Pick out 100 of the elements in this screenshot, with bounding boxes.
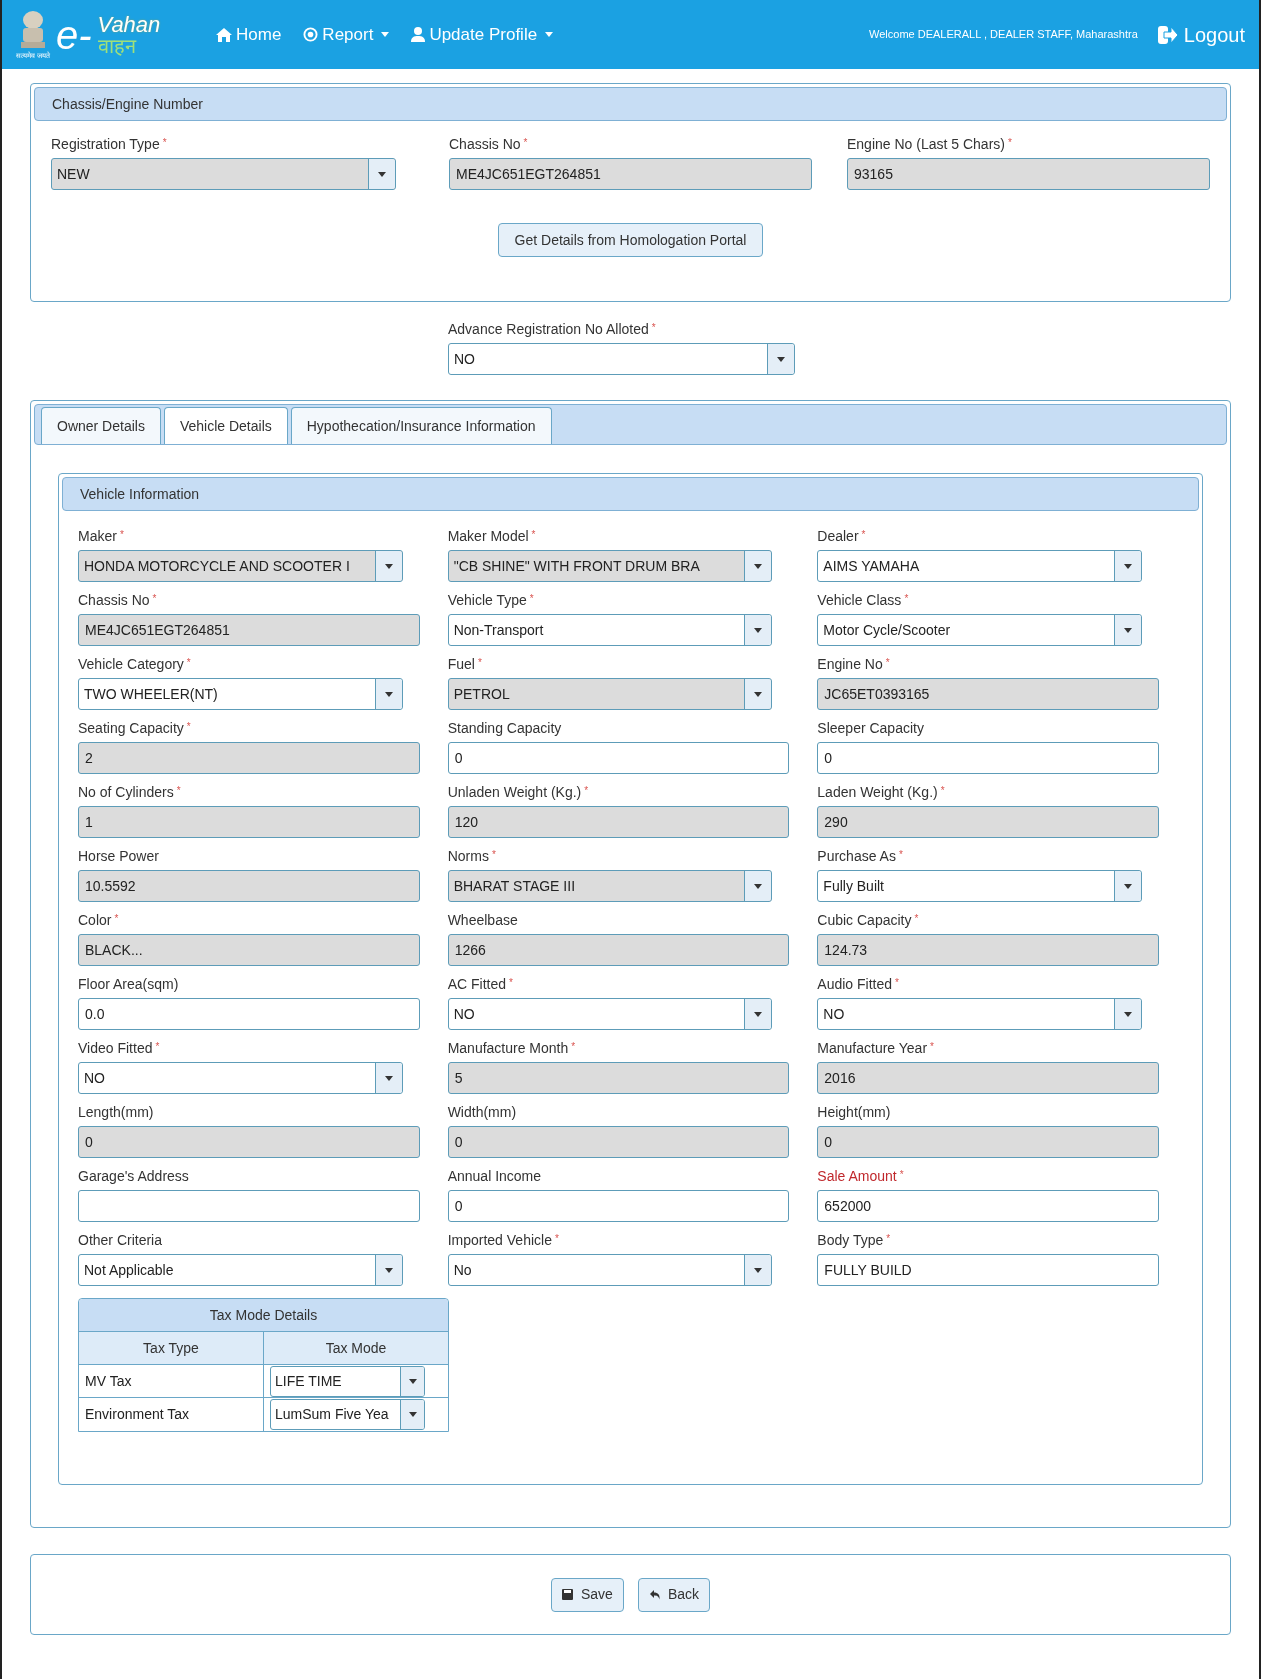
caret-icon <box>754 883 763 889</box>
select-field[interactable]: No <box>447 1254 773 1286</box>
input-field[interactable]: 0 <box>447 742 790 774</box>
field-label: Length(mm) <box>78 1103 154 1121</box>
caret-icon <box>408 1378 417 1384</box>
field-label: Floor Area(sqm) <box>78 975 179 993</box>
required-mark: * <box>176 785 181 797</box>
tab[interactable]: Hypothecation/Insurance Information <box>290 407 552 444</box>
input-field[interactable] <box>78 1190 420 1222</box>
required-mark: * <box>523 137 528 149</box>
caret-icon <box>776 356 785 362</box>
input-field[interactable]: 0 <box>817 742 1159 774</box>
user-icon <box>411 27 426 42</box>
caret-icon <box>754 691 763 697</box>
homologation-button[interactable]: Get Details from Homologation Portal <box>497 223 764 257</box>
field-label: Sleeper Capacity <box>817 719 924 737</box>
input-field[interactable]: 0.0 <box>78 998 420 1030</box>
field-label: Cubic Capacity <box>817 911 912 929</box>
caret-icon <box>1123 883 1132 889</box>
required-mark: * <box>529 593 534 605</box>
panel-header: Chassis/Engine Number <box>34 87 1227 121</box>
required-mark: * <box>554 1233 559 1245</box>
select-field[interactable]: NO <box>448 343 795 375</box>
caret-icon <box>384 691 393 697</box>
input-field[interactable]: 0 <box>447 1190 790 1222</box>
panel-header: Vehicle Information <box>62 477 1199 511</box>
select-field[interactable]: NO <box>817 998 1142 1030</box>
select-field[interactable]: Fully Built <box>817 870 1142 902</box>
field-label: Color <box>78 911 112 929</box>
tab[interactable]: Vehicle Details <box>163 407 288 444</box>
field-label: Chassis No <box>449 135 521 153</box>
caret-icon <box>754 627 763 633</box>
select-field[interactable]: Motor Cycle/Scooter <box>817 614 1142 646</box>
select-field[interactable]: LIFE TIME <box>270 1365 425 1397</box>
field-label: Unladen Weight (Kg.) <box>447 783 582 801</box>
field-label: Manufacture Month <box>447 1039 569 1057</box>
field-label: Vehicle Class <box>817 591 902 609</box>
field-label: No of Cylinders <box>78 783 174 801</box>
field-label: Advance Registration No Alloted <box>448 320 649 338</box>
field-label: Sale Amount <box>817 1167 897 1185</box>
required-mark: * <box>571 1041 576 1053</box>
field-label: Other Criteria <box>78 1231 163 1249</box>
field-label: AC Fitted <box>447 975 506 993</box>
select-field[interactable]: NO <box>447 998 773 1030</box>
select-field[interactable]: NO <box>78 1062 403 1094</box>
required-mark: * <box>152 593 157 605</box>
field-label: Imported Vehicle <box>447 1231 552 1249</box>
back-button[interactable]: Back <box>637 1577 710 1612</box>
caret-icon <box>381 32 390 37</box>
field-label: Dealer <box>817 527 859 545</box>
field-label: Audio Fitted <box>817 975 893 993</box>
select-field[interactable]: Non-Transport <box>447 614 773 646</box>
required-mark: * <box>155 1041 160 1053</box>
field-label: Height(mm) <box>817 1103 891 1121</box>
input-field[interactable]: 652000 <box>817 1190 1159 1222</box>
required-mark: * <box>895 977 899 989</box>
field-label: Vehicle Category <box>78 655 184 673</box>
caret-icon <box>754 1267 763 1273</box>
field-label: Manufacture Year <box>817 1039 928 1057</box>
field-label: Maker <box>78 527 117 545</box>
caret-icon <box>1123 627 1132 633</box>
tab[interactable]: Owner Details <box>41 407 161 444</box>
home-icon <box>216 27 232 42</box>
required-mark: * <box>885 657 890 669</box>
select-field[interactable]: AIMS YAMAHA <box>817 550 1142 582</box>
input-field[interactable]: FULLY BUILD <box>817 1254 1159 1286</box>
caret-icon <box>754 563 763 569</box>
required-mark: * <box>114 913 119 925</box>
welcome-text: Welcome DEALERALL , DEALER STAFF, Maharashtra <box>869 27 1138 43</box>
required-mark: * <box>898 849 903 861</box>
field-label: Horse Power <box>78 847 159 865</box>
field-label: Vehicle Type <box>447 591 527 609</box>
required-mark: * <box>491 849 496 861</box>
field-label: Maker Model <box>447 527 529 545</box>
required-mark: * <box>940 785 945 797</box>
table-title: Tax Mode Details <box>79 1299 448 1332</box>
required-mark: * <box>186 657 191 669</box>
field-label: Seating Capacity <box>78 719 184 737</box>
caret-icon <box>1123 1011 1132 1017</box>
column-header: Tax Type <box>79 1332 264 1365</box>
field-label: Norms <box>447 847 489 865</box>
field-label: Fuel <box>447 655 475 673</box>
required-mark: * <box>509 977 513 989</box>
field-label: Garage's Address <box>78 1167 189 1185</box>
logo-prefix: e- <box>55 14 92 55</box>
required-mark: * <box>930 1041 934 1053</box>
select-field[interactable]: LumSum Five Yea <box>270 1399 425 1430</box>
select-field[interactable]: Not Applicable <box>78 1254 403 1286</box>
save-button[interactable]: Save <box>550 1577 624 1612</box>
select-field[interactable]: TWO WHEELER(NT) <box>78 678 403 710</box>
field-label: Laden Weight (Kg.) <box>817 783 938 801</box>
field-label: Registration Type <box>51 135 160 153</box>
required-mark: * <box>861 529 866 541</box>
required-mark: * <box>477 657 482 669</box>
logo-name-hindi: वाहन <box>97 35 138 56</box>
caret-icon <box>754 1011 763 1017</box>
required-mark: * <box>531 529 536 541</box>
table-cell: Environment Tax <box>79 1398 264 1431</box>
field-label: Body Type <box>817 1231 884 1249</box>
required-mark: * <box>162 137 167 149</box>
